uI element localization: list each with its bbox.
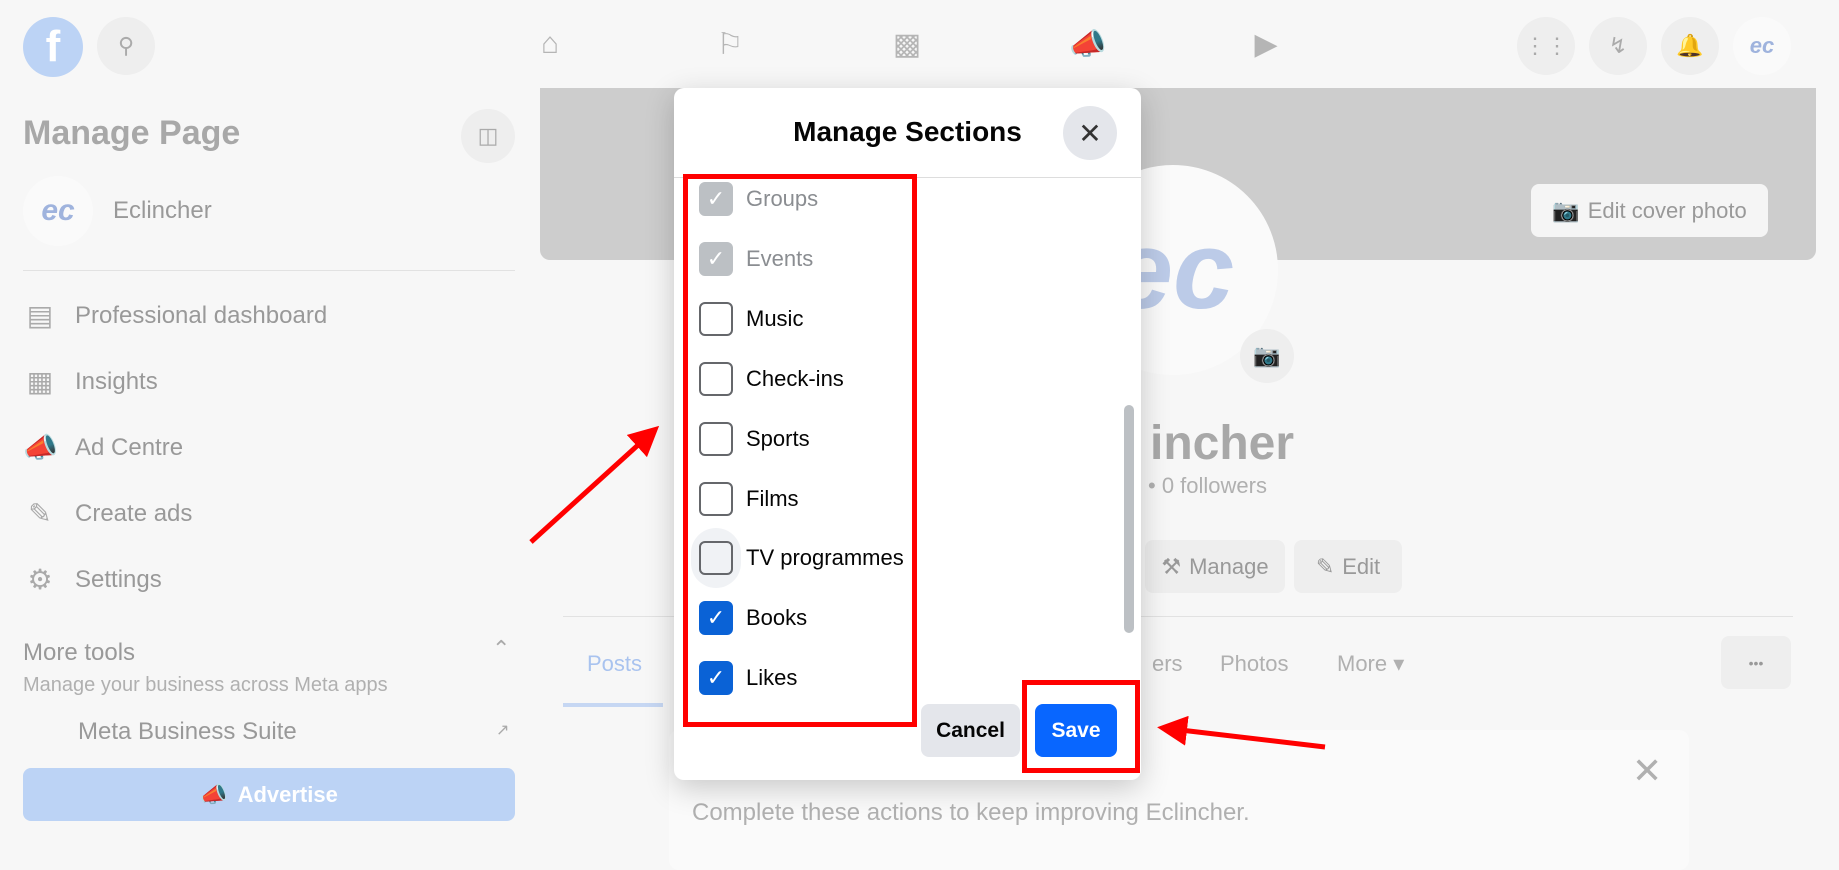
checkbox-checked[interactable]: ✓	[699, 661, 733, 695]
facebook-logo[interactable]: f	[23, 17, 83, 77]
sidebar-item-create-ads[interactable]: ✎ Create ads	[23, 497, 192, 530]
pencil-icon: ✎	[1315, 553, 1335, 579]
section-item-films[interactable]: Films	[699, 479, 799, 519]
divider	[674, 177, 1141, 178]
advertise-label: Advertise	[237, 781, 338, 807]
section-label: Sports	[746, 426, 810, 451]
chevron-up-icon[interactable]: ⌃	[492, 636, 510, 662]
more-tools-title[interactable]: More tools	[23, 639, 135, 667]
section-item-tv-programmes[interactable]: TV programmes	[699, 538, 904, 578]
camera-icon: 📷	[1552, 197, 1580, 223]
section-label: Check-ins	[746, 366, 844, 391]
sidebar-item-label: Create ads	[75, 499, 193, 527]
tools-icon: ⚒	[1161, 553, 1182, 579]
edit-cover-label: Edit cover photo	[1587, 197, 1747, 223]
section-item-events[interactable]: ✓ Events	[699, 239, 813, 279]
tab-photos[interactable]: Photos	[1220, 651, 1289, 677]
section-label: TV programmes	[746, 545, 904, 570]
video-icon[interactable]: ▶	[1236, 14, 1296, 74]
sidebar-title: Manage Page	[23, 114, 241, 152]
checkbox[interactable]	[699, 362, 733, 396]
section-label: Books	[746, 605, 808, 630]
save-button[interactable]: Save	[1035, 704, 1117, 757]
tab-more[interactable]: More ▾	[1337, 651, 1404, 677]
sidebar-item-label: Insights	[75, 367, 158, 395]
grid-icon[interactable]: ⋮⋮	[1517, 17, 1575, 75]
manage-label: Manage	[1189, 553, 1269, 579]
tab-posts-underline	[563, 703, 663, 707]
manage-sections-dialog: Manage Sections ✕ ✓ Groups ✓ Events Music …	[674, 88, 1141, 780]
insights-icon: ▦	[26, 366, 54, 397]
megaphone-icon[interactable]: 📣	[1058, 14, 1118, 74]
sidebar-item-label: Ad Centre	[75, 433, 184, 461]
page-name-heading: incher	[1150, 417, 1295, 470]
megaphone-icon: 📣	[200, 781, 228, 807]
checkbox-checked-disabled[interactable]: ✓	[699, 182, 733, 216]
checkbox[interactable]	[699, 422, 733, 456]
messenger-icon[interactable]: ↯	[1589, 17, 1647, 75]
section-item-groups[interactable]: ✓ Groups	[699, 179, 818, 219]
search-icon[interactable]: ⚲	[97, 17, 155, 75]
section-item-check-ins[interactable]: Check-ins	[699, 359, 844, 399]
section-item-sports[interactable]: Sports	[699, 419, 810, 459]
home-icon[interactable]: ⌂	[520, 14, 580, 74]
manage-button[interactable]: ⚒ Manage	[1145, 540, 1285, 593]
flag-icon[interactable]: ⚐	[700, 14, 760, 74]
close-dialog-button[interactable]: ✕	[1063, 106, 1117, 160]
top-navigation-bar: f ⚲ ⌂ ⚐ ▩ 📣 ▶ ⋮⋮ ↯ 🔔 ec	[0, 0, 1839, 88]
sidebar-item-ad-centre[interactable]: 📣 Ad Centre	[23, 431, 183, 464]
section-label: Music	[746, 306, 804, 331]
edit-label: Edit	[1342, 553, 1381, 579]
camera-icon[interactable]: 📷	[1240, 329, 1294, 383]
checkbox-checked[interactable]: ✓	[699, 601, 733, 635]
followers-count[interactable]: • 0 followers	[1148, 473, 1267, 499]
account-avatar[interactable]: ec	[1733, 17, 1791, 75]
collapse-sidebar-icon[interactable]: ◫	[461, 109, 515, 163]
caret-down-icon: ▾	[1393, 651, 1405, 676]
gear-icon: ⚙	[27, 564, 53, 595]
edit-button[interactable]: ✎ Edit	[1294, 540, 1402, 593]
section-label: Events	[746, 246, 814, 271]
edit-cover-photo-button[interactable]: 📷 Edit cover photo	[1531, 184, 1768, 237]
sidebar-item-settings[interactable]: ⚙ Settings	[23, 563, 162, 596]
sidebar-item-label: Professional dashboard	[75, 301, 328, 329]
close-icon[interactable]: ✕	[1632, 750, 1662, 792]
cancel-button[interactable]: Cancel	[921, 704, 1020, 757]
section-label: Likes	[746, 665, 798, 690]
manage-page-sidebar: Manage Page ◫ ec Eclincher ▤ Professional…	[0, 88, 540, 846]
chart-icon[interactable]: ▩	[877, 14, 937, 74]
checkbox[interactable]	[699, 482, 733, 516]
section-label: Groups	[746, 186, 819, 211]
bell-icon[interactable]: 🔔	[1661, 17, 1719, 75]
scrollbar[interactable]	[1124, 405, 1134, 633]
section-label: Films	[746, 486, 799, 511]
checkbox[interactable]	[699, 302, 733, 336]
section-item-music[interactable]: Music	[699, 299, 803, 339]
tab-posts[interactable]: Posts	[587, 651, 642, 677]
checkbox[interactable]	[699, 541, 733, 575]
sidebar-item-professional-dashboard[interactable]: ▤ Professional dashboard	[23, 299, 327, 332]
page-name[interactable]: Eclincher	[113, 197, 212, 225]
more-tools-subtitle: Manage your business across Meta apps	[23, 674, 388, 696]
section-item-books[interactable]: ✓ Books	[699, 598, 807, 638]
dashboard-icon: ▤	[26, 300, 54, 331]
tab-followers[interactable]: ers	[1152, 651, 1183, 677]
megaphone-icon: 📣	[23, 432, 58, 463]
section-item-likes[interactable]: ✓ Likes	[699, 658, 797, 698]
sidebar-item-label: Settings	[75, 565, 162, 593]
pencil-icon: ✎	[28, 498, 52, 529]
tab-more-label: More	[1337, 651, 1388, 676]
checkbox-checked-disabled[interactable]: ✓	[699, 242, 733, 276]
card-subtitle: Complete these actions to keep improving…	[692, 799, 1250, 826]
sidebar-item-insights[interactable]: ▦ Insights	[23, 365, 158, 398]
divider	[23, 270, 515, 271]
more-options-button[interactable]: •••	[1721, 636, 1791, 689]
sidebar-item-meta-business-suite[interactable]: Meta Business Suite	[78, 718, 297, 746]
page-avatar[interactable]: ec	[23, 176, 93, 246]
advertise-button[interactable]: 📣 Advertise	[23, 768, 515, 821]
external-link-icon: ↗	[496, 722, 510, 739]
